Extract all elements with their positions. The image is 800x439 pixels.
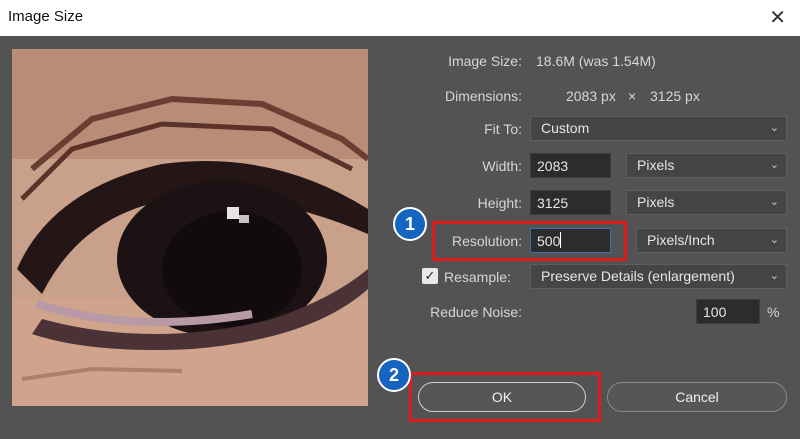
resolution-unit-select[interactable]: Pixels/Inch ⌄ [636,228,787,253]
close-icon[interactable]: ✕ [769,5,786,30]
width-label: Width: [482,158,522,174]
image-preview[interactable] [12,49,368,406]
resample-method-value: Preserve Details (enlargement) [541,268,735,284]
dimensions-width-value: 2083 px [566,88,616,104]
dimensions-times-symbol: × [628,88,637,104]
height-input[interactable]: 3125 [530,190,611,215]
chevron-down-icon: ⌄ [769,270,779,282]
reduce-noise-unit: % [767,304,780,320]
height-label: Height: [477,195,522,211]
resolution-highlight-box [432,221,627,261]
width-unit-value: Pixels [637,157,675,173]
step-2-badge: 2 [377,358,411,392]
width-unit-select[interactable]: Pixels ⌄ [626,153,787,178]
dimensions-label: Dimensions: [444,88,522,104]
fit-to-value: Custom [541,120,590,136]
eye-preview-image [12,49,368,406]
fit-to-label: Fit To: [484,121,522,137]
chevron-down-icon: ⌄ [769,122,779,134]
step-1-badge: 1 [393,207,427,241]
width-input[interactable]: 2083 [530,153,611,178]
reduce-noise-label: Reduce Noise: [430,304,522,320]
resample-method-select[interactable]: Preserve Details (enlargement) ⌄ [530,264,787,289]
height-unit-value: Pixels [637,194,675,210]
image-size-value: 18.6M (was 1.54M) [536,53,656,69]
resample-label: Resample: [444,269,511,285]
dimensions-height-value: 3125 px [650,88,700,104]
dialog-title: Image Size [8,8,84,25]
fit-to-select[interactable]: Custom ⌄ [530,116,787,141]
ok-highlight-box [409,372,601,422]
chevron-down-icon: ⌄ [769,159,779,171]
height-unit-select[interactable]: Pixels ⌄ [626,190,787,215]
resolution-unit-value: Pixels/Inch [647,232,715,248]
chevron-down-icon: ⌄ [769,196,779,208]
title-bar: Image Size ✕ [0,0,800,36]
chevron-down-icon: ⌄ [769,234,779,246]
cancel-button[interactable]: Cancel [607,382,787,412]
reduce-noise-input[interactable]: 100 [696,299,760,324]
resample-checkbox[interactable]: ✓ [422,268,438,284]
image-size-label: Image Size: [448,53,522,69]
